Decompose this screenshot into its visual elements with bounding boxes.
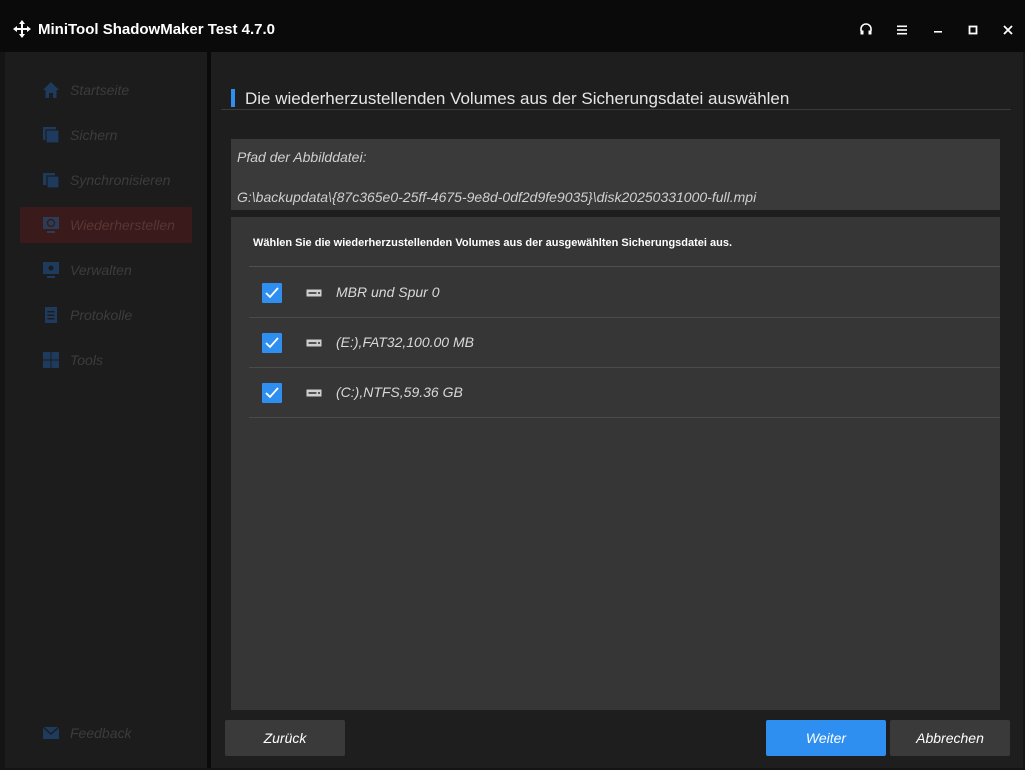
disk-icon <box>306 289 322 297</box>
close-icon <box>1001 23 1015 37</box>
logs-icon <box>42 306 60 324</box>
sidebar-item-feedback[interactable]: Feedback <box>20 715 192 751</box>
image-path-box: Pfad der Abbilddatei: G:\backupdata\{87c… <box>231 139 1000 210</box>
sidebar-item-label: Sichern <box>70 127 117 143</box>
home-icon <box>42 81 60 99</box>
volume-checkbox[interactable] <box>262 383 282 403</box>
sidebar-item-label: Startseite <box>70 82 129 98</box>
manage-icon <box>42 261 60 279</box>
page-title: Die wiederherzustellenden Volumes aus de… <box>245 89 789 109</box>
volume-row[interactable]: (E:),FAT32,100.00 MB <box>249 317 1000 368</box>
minimize-button[interactable] <box>924 16 954 44</box>
sidebar-item-label: Feedback <box>70 725 131 741</box>
section-accent-bar <box>231 89 235 107</box>
selection-instruction: Wählen Sie die wiederherzustellenden Vol… <box>253 237 732 249</box>
checkmark-icon <box>265 337 279 349</box>
sidebar: Startseite Sichern Synchronisieren Wiede… <box>5 52 207 768</box>
volume-checkbox[interactable] <box>262 283 282 303</box>
close-button[interactable] <box>994 16 1024 44</box>
hamburger-menu-icon <box>895 23 909 37</box>
sync-icon <box>42 171 60 189</box>
title-bar: MiniTool ShadowMaker Test 4.7.0 <box>0 0 1025 52</box>
tools-icon <box>42 351 60 369</box>
maximize-button[interactable] <box>959 16 989 44</box>
sidebar-item-verwalten[interactable]: Verwalten <box>20 252 192 288</box>
image-path-value: G:\backupdata\{87c365e0-25ff-4675-9e8d-0… <box>237 189 756 205</box>
disk-icon <box>306 339 322 347</box>
sidebar-item-sichern[interactable]: Sichern <box>20 117 192 153</box>
volume-label: (E:),FAT32,100.00 MB <box>336 334 474 350</box>
volume-row[interactable]: (C:),NTFS,59.36 GB <box>249 367 1000 418</box>
main-panel: Die wiederherzustellenden Volumes aus de… <box>211 52 1023 768</box>
sidebar-item-label: Protokolle <box>70 307 132 323</box>
maximize-icon <box>966 23 980 37</box>
app-window: MiniTool ShadowMaker Test 4.7.0 <box>0 0 1025 770</box>
app-logo-icon <box>12 19 32 39</box>
sidebar-item-label: Tools <box>70 352 103 368</box>
sidebar-item-protokolle[interactable]: Protokolle <box>20 297 192 333</box>
headset-icon <box>859 23 873 37</box>
minimize-icon <box>931 23 945 37</box>
back-button[interactable]: Zurück <box>225 720 345 756</box>
sidebar-item-label: Synchronisieren <box>70 172 170 188</box>
volume-checkbox[interactable] <box>262 333 282 353</box>
window-title: MiniTool ShadowMaker Test 4.7.0 <box>38 21 275 38</box>
volume-selection-panel: Wählen Sie die wiederherzustellenden Vol… <box>231 217 1000 710</box>
sidebar-item-label: Wiederherstellen <box>70 217 175 233</box>
sidebar-item-wiederherstellen[interactable]: Wiederherstellen <box>20 207 192 243</box>
title-divider <box>221 109 1011 110</box>
restore-icon <box>42 216 60 234</box>
checkmark-icon <box>265 287 279 299</box>
image-path-label: Pfad der Abbilddatei: <box>237 149 366 165</box>
volume-row[interactable]: MBR und Spur 0 <box>249 267 1000 318</box>
sidebar-item-startseite[interactable]: Startseite <box>20 72 192 108</box>
sidebar-item-synchronisieren[interactable]: Synchronisieren <box>20 162 192 198</box>
sidebar-item-tools[interactable]: Tools <box>20 342 192 378</box>
support-button[interactable] <box>852 16 882 44</box>
next-button[interactable]: Weiter <box>766 720 886 756</box>
volume-label: (C:),NTFS,59.36 GB <box>336 384 463 400</box>
menu-button[interactable] <box>888 16 918 44</box>
checkmark-icon <box>265 387 279 399</box>
mail-icon <box>42 724 60 742</box>
sidebar-item-label: Verwalten <box>70 262 132 278</box>
disk-icon <box>306 389 322 397</box>
volume-label: MBR und Spur 0 <box>336 284 440 300</box>
backup-icon <box>42 126 60 144</box>
cancel-button[interactable]: Abbrechen <box>890 720 1010 756</box>
